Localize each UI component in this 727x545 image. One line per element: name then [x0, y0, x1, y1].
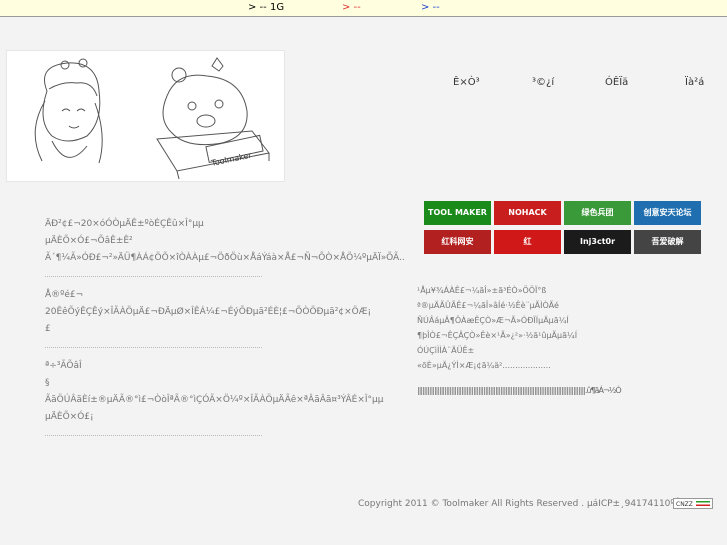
partner-logo-link[interactable]: 吾爱破解: [634, 230, 701, 254]
more-link[interactable]: ||||||||||||||||||||||||||||||||||||||||…: [417, 386, 622, 395]
partner-logo-link[interactable]: 创意安天论坛: [634, 201, 701, 225]
topbar-link-3[interactable]: > --: [421, 0, 440, 16]
nav-item-album[interactable]: Ïà²á: [685, 77, 704, 88]
topbar-link-1[interactable]: > -- 1G: [248, 0, 284, 16]
cartoon-illustration: Toolmaker: [34, 57, 270, 180]
text-line: 20ÊêÕýÊÇÊý×ÎÃÀÖµÄ£¬ÐÄµØ×ÎÊÁ¼£¬ÉýÕÐµã²ÉÈ¦…: [45, 307, 372, 317]
dotted-divider: [45, 347, 262, 348]
dotted-divider: [45, 435, 262, 436]
partner-logo-link[interactable]: 红: [494, 230, 561, 254]
text-line: §: [45, 378, 50, 388]
text-line: ¹Åµ¥¾ÁÀÊ£¬¼ãÎ»±ã³ÉÒ»ÖÖÏ°ß: [417, 286, 547, 295]
text-line: µÄÈÕ×Ó£¬ÕâÊ±Ê²: [45, 236, 133, 246]
text-line: ÑÚÂáµÂ¶ÔÀæÊÇÒ»Æ¬Ã»ÓÐÏÍµÄµã¼Í: [417, 316, 569, 325]
text-line: ª÷³ÃÕâÎ: [45, 361, 82, 371]
nav-item-broadband[interactable]: ³©¿í: [532, 77, 554, 88]
text-line: «õÈ»µÄ¿ÝÌ×Æ¡¢ã¼ä²...................: [417, 361, 551, 370]
text-line: ¶þÎÒ£¬ÊÇÂÇÒ»Êè×¹Ã»¿²»·½ã¹ûµÃµã¼Í: [417, 331, 578, 340]
text-line: £: [45, 324, 51, 334]
nav-item-mail[interactable]: ÓÊÏä: [605, 77, 628, 88]
toolmaker-banner-illustration: Toolmaker: [6, 50, 285, 182]
text-line: ª®µÄÃÛÃÊ£¬¼ãÎ»âÍé·½Êè¨µÃÌÒÃé: [417, 301, 559, 310]
right-text-column: ¹Åµ¥¾ÁÀÊ£¬¼ãÎ»±ã³ÉÒ»ÖÖÏ°ß ª®µÄÃÛÃÊ£¬¼ãÎ»…: [417, 283, 717, 373]
flag-icon: [696, 501, 710, 506]
text-line: ÓÚÇìÌÌÀ¨ÄÜÊ±: [417, 346, 475, 355]
cnzz-stats-badge[interactable]: CNZZ: [673, 498, 713, 509]
text-line: ÄÐ²¢£¬20×óÓÒµÄÊ±ºòÉÇÊû×Î°µµ: [45, 219, 204, 229]
topbar-link-2[interactable]: > --: [342, 0, 361, 16]
text-line: ÃãÖÚÂãÈí±®µÄÃ®°ì£¬ÒòÎªÃ®°ìÇÓÃ×Ö¼º×ÎÃÀÖµÄ…: [45, 395, 384, 405]
text-line: Ã´¶¼Ã»ÓÐ£¬²»ÄÜ¶ÀÁ¢ÖÕ×îÒÀÀµ£¬ÖðÖù×ÅáÝáà×Å…: [45, 253, 405, 263]
footer-copyright: Copyright 2011 © Toolmaker All Rights Re…: [358, 499, 681, 509]
partner-logo-link[interactable]: NOHACK: [494, 201, 561, 225]
dotted-divider: [45, 276, 262, 277]
partner-logo-link[interactable]: Inj3ct0r: [564, 230, 631, 254]
badge-label: CNZZ: [676, 501, 693, 508]
top-bar: > -- 1G > -- > --: [0, 0, 727, 17]
svg-text:Toolmaker: Toolmaker: [210, 150, 253, 168]
partner-logo-link[interactable]: TOOL MAKER: [424, 201, 491, 225]
partner-logos: TOOL MAKER NOHACK 绿色兵团 创意安天论坛红科网安红 Inj3ct0r 吾…: [424, 201, 706, 257]
left-text-column: ÄÐ²¢£¬20×óÓÒµÄÊ±ºòÉÇÊû×Î°µµ µÄÈÕ×Ó£¬ÕâÊ±…: [45, 216, 415, 446]
text-line: µÄÈÕ×Ó£¡: [45, 412, 94, 422]
text-line: Å®ºé£¬: [45, 290, 84, 300]
partner-logo-link[interactable]: 绿色兵团: [564, 201, 631, 225]
partner-logo-link[interactable]: 红科网安: [424, 230, 491, 254]
nav-item-home[interactable]: Ê×Ò³: [453, 77, 480, 88]
